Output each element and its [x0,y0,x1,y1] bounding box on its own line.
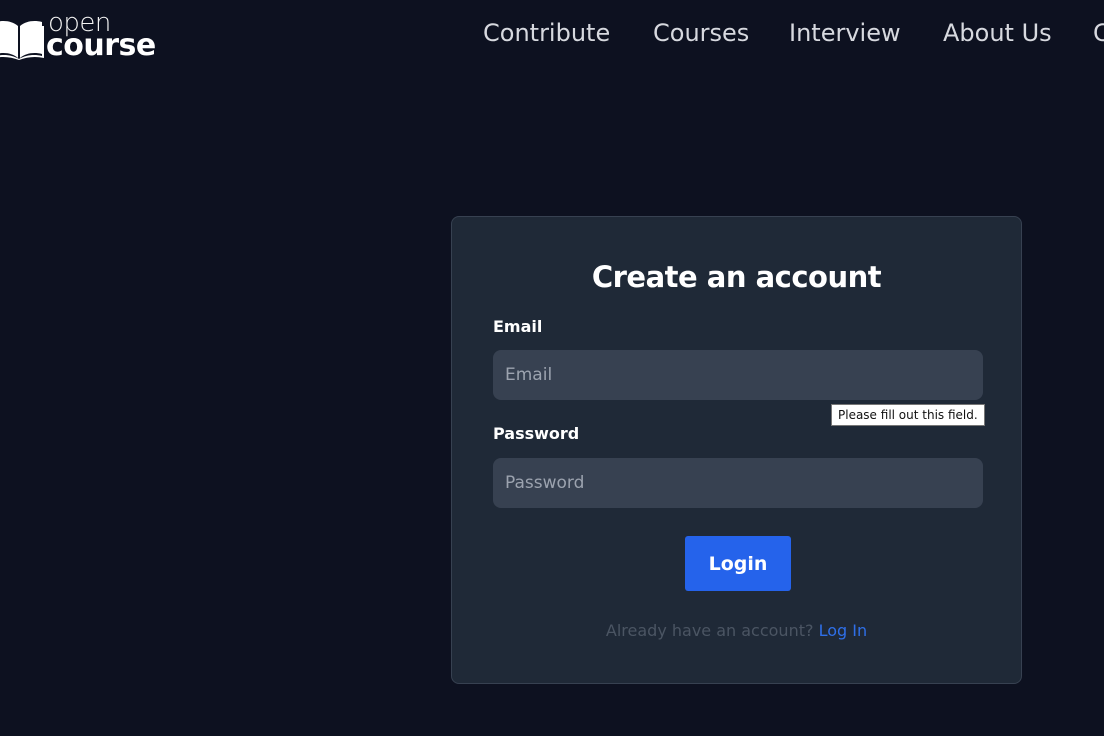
form-title: Create an account [591,260,882,294]
logo-text-course: course [46,28,156,63]
password-label: Password [493,424,580,443]
email-label: Email [493,317,543,336]
email-field[interactable] [493,350,983,400]
main-nav: Contribute Courses Interview About Us C [483,16,1104,50]
nav-courses[interactable]: Courses [653,16,749,50]
login-link[interactable]: Log In [819,621,868,640]
nav-item-truncated[interactable]: C [1093,16,1104,50]
nav-about-us[interactable]: About Us [943,16,1052,50]
nav-contribute[interactable]: Contribute [483,16,611,50]
open-book-icon [0,21,44,60]
login-button[interactable]: Login [685,536,791,591]
signup-card: Create an account Email Please fill out … [451,216,1022,684]
login-prompt-text: Already have an account? [605,621,814,640]
page: open course Contribute Courses Interview… [0,0,1104,736]
logo[interactable]: open course [0,10,164,63]
password-field[interactable] [493,458,983,508]
login-prompt: Already have an account? Log In [452,620,1021,642]
nav-interview[interactable]: Interview [789,16,901,50]
validation-tooltip: Please fill out this field. [831,404,985,426]
